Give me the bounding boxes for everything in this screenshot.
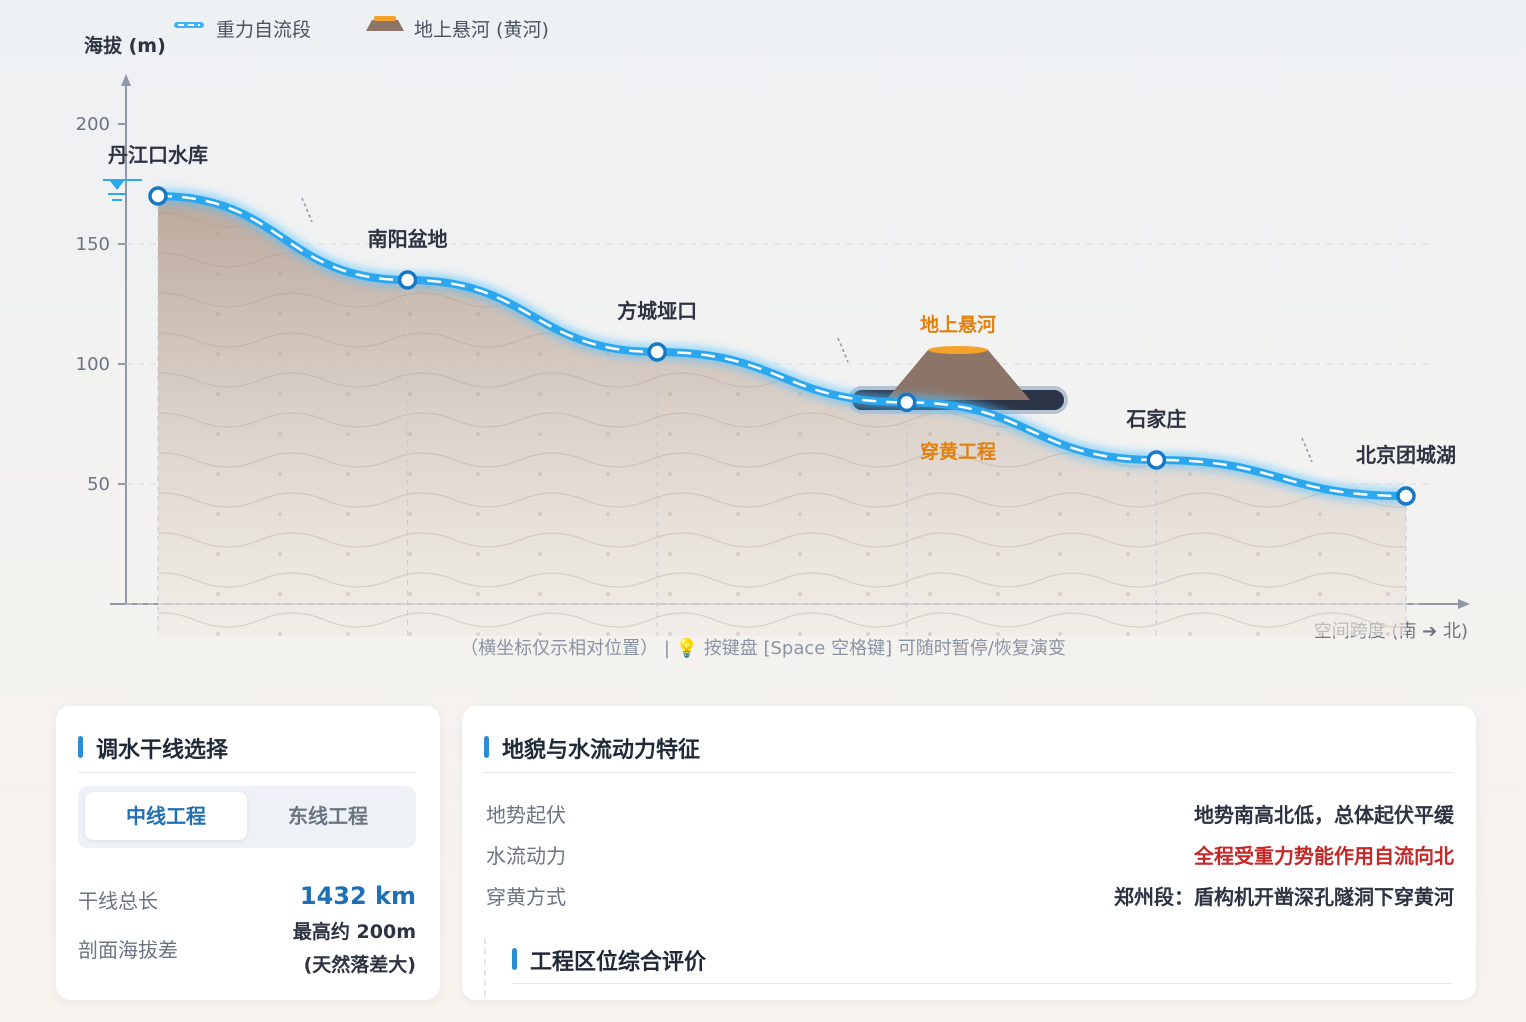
route-selection-card: 调水干线选择 中线工程 东线工程 干线总长 1432 km 剖面海拔差 最高约 … (56, 706, 440, 1000)
evaluation-title: 工程区位综合评价 (512, 944, 706, 976)
yellow-river-water (928, 346, 988, 354)
feature-card: 地貌与水流动力特征 地势起伏 地势南高北低，总体起伏平缓 水流动力 全程受重力势… (462, 706, 1476, 1000)
y-tick-label: 100 (76, 354, 110, 375)
flow-arrow-icon (837, 337, 849, 363)
feature-panel-title: 地貌与水流动力特征 (484, 732, 700, 764)
river-annotation: 地上悬河 (920, 313, 996, 336)
y-axis-label: 海拔 (m) (84, 34, 166, 57)
station-label: 丹江口水库 (108, 143, 208, 167)
legend-gravity-icon (174, 22, 204, 28)
route-panel-title: 调水干线选择 (78, 732, 228, 764)
station-point[interactable] (1146, 450, 1167, 470)
flow-label: 水流动力 (486, 844, 566, 868)
x-axis-arrow-icon (1458, 599, 1470, 609)
tab-east-route[interactable]: 东线工程 (247, 792, 409, 840)
station-point[interactable] (897, 392, 917, 413)
legend: 重力自流段 地上悬河 (黄河) (174, 16, 549, 41)
station-point[interactable] (647, 342, 667, 362)
route-tabs: 中线工程 东线工程 (78, 786, 416, 848)
flow-value: 全程受重力势能作用自流向北 (1194, 844, 1454, 868)
elevation-profile-chart: 重力自流段 地上悬河 (黄河) 海拔 (m)空间跨度 (南 ➔ 北)501001… (76, 16, 1470, 642)
tab-middle-route[interactable]: 中线工程 (85, 792, 247, 840)
length-label: 干线总长 (78, 889, 158, 913)
terrain-value: 地势南高北低，总体起伏平缓 (1194, 803, 1454, 827)
station-label: 北京团城湖 (1356, 443, 1456, 467)
elevation-diff-label: 剖面海拔差 (78, 938, 178, 962)
elevation-diff-note: (天然落差大) (303, 954, 416, 976)
crossing-label: 穿黄方式 (486, 885, 566, 909)
divider (484, 772, 1454, 773)
station-label: 石家庄 (1125, 407, 1186, 431)
elevation-diff-value: 最高约 200m (292, 921, 416, 943)
station-label: 南阳盆地 (368, 227, 448, 251)
flow-arrow-icon (301, 197, 313, 223)
station-point[interactable] (397, 270, 418, 290)
station-point[interactable] (1396, 486, 1416, 506)
legend-gravity-label: 重力自流段 (216, 19, 311, 41)
terrain-label: 地势起伏 (486, 803, 566, 827)
length-value: 1432 km (299, 882, 416, 910)
legend-river-label: 地上悬河 (黄河) (414, 19, 549, 41)
flow-arrow-icon (1301, 437, 1313, 463)
y-axis-arrow-icon (121, 74, 131, 86)
y-tick-label: 200 (76, 114, 110, 135)
legend-river-icon (366, 16, 404, 31)
y-tick-label: 150 (76, 234, 110, 255)
terrain-texture (158, 196, 1406, 636)
chart-caption: （横坐标仅示相对位置） | 💡 按键盘 [Space 空格键] 可随时暂停/恢复… (460, 638, 1066, 659)
water-level-icon (103, 179, 142, 201)
station-label: 方城垭口 (617, 299, 697, 323)
divider (78, 772, 416, 773)
y-tick-label: 50 (87, 474, 110, 495)
evaluation-section: 工程区位综合评价 (484, 938, 1456, 1000)
tunnel-annotation: 穿黄工程 (920, 440, 996, 463)
station-point[interactable] (148, 186, 168, 206)
crossing-value: 郑州段：盾构机开凿深孔隧洞下穿黄河 (1114, 885, 1454, 909)
yellow-river-bank (886, 350, 1030, 400)
divider (512, 983, 1452, 984)
